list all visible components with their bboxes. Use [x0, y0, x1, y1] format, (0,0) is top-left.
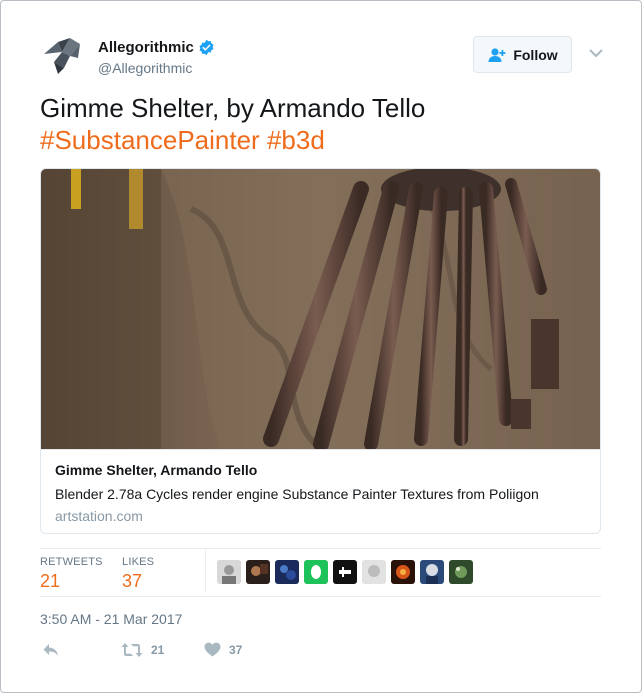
- tweet-text: Gimme Shelter, by Armando Tello #Substan…: [40, 92, 600, 156]
- card-description: Blender 2.78a Cycles render engine Subst…: [55, 486, 539, 502]
- liker-avatar[interactable]: [391, 560, 415, 584]
- retweet-count: 21: [151, 643, 165, 657]
- stats-bottom-divider: [40, 596, 601, 597]
- liker-avatar[interactable]: [449, 560, 473, 584]
- author-handle[interactable]: @Allegorithmic: [98, 60, 192, 76]
- chevron-down-icon[interactable]: [588, 47, 604, 59]
- bird-logo-icon: [44, 38, 80, 74]
- reply-button[interactable]: [42, 642, 60, 658]
- liker-avatar[interactable]: [246, 560, 270, 584]
- verified-badge-icon: [199, 39, 214, 56]
- retweets-label: RETWEETS: [40, 556, 103, 568]
- tweet-timestamp[interactable]: 3:50 AM - 21 Mar 2017: [40, 611, 182, 627]
- rusty-keys-image: [41, 169, 600, 449]
- like-button[interactable]: 37: [204, 642, 242, 657]
- tweet-body: Gimme Shelter, by Armando Tello: [40, 93, 426, 123]
- author-avatar[interactable]: [40, 34, 84, 78]
- hashtag-link[interactable]: #SubstancePainter: [40, 125, 260, 155]
- liker-avatar[interactable]: [217, 560, 241, 584]
- liker-avatars: [217, 560, 478, 584]
- card-title: Gimme Shelter, Armando Tello: [55, 462, 258, 478]
- add-user-icon: [488, 47, 506, 62]
- likes-value: 37: [122, 571, 143, 591]
- follow-button-label: Follow: [513, 46, 558, 63]
- likes-label: LIKES: [122, 556, 155, 568]
- author-name-row: Allegorithmic: [98, 39, 215, 56]
- reply-icon: [43, 644, 58, 656]
- hashtag-link[interactable]: #b3d: [267, 125, 325, 155]
- tweet-hashtags: #SubstancePainter #b3d: [40, 124, 600, 156]
- stats-separator: [205, 550, 206, 592]
- liker-avatar[interactable]: [362, 560, 386, 584]
- liker-avatar[interactable]: [333, 560, 357, 584]
- liker-avatar[interactable]: [420, 560, 444, 584]
- link-card[interactable]: Gimme Shelter, Armando Tello Blender 2.7…: [40, 168, 601, 534]
- card-body: Gimme Shelter, Armando Tello Blender 2.7…: [41, 449, 600, 533]
- liker-avatar[interactable]: [275, 560, 299, 584]
- likes-stat[interactable]: LIKES 37: [122, 556, 154, 592]
- retweets-stat[interactable]: RETWEETS 21: [40, 556, 103, 592]
- stats-top-divider: [40, 548, 601, 549]
- card-domain: artstation.com: [55, 508, 143, 524]
- follow-button[interactable]: Follow: [473, 36, 572, 73]
- like-count: 37: [229, 642, 243, 657]
- retweets-value: 21: [40, 571, 61, 591]
- retweet-button[interactable]: 21: [121, 642, 164, 658]
- card-image[interactable]: [41, 169, 600, 449]
- heart-icon: [204, 642, 221, 657]
- author-display-name[interactable]: Allegorithmic: [98, 39, 194, 56]
- liker-avatar[interactable]: [304, 560, 328, 584]
- retweet-icon: [121, 643, 143, 657]
